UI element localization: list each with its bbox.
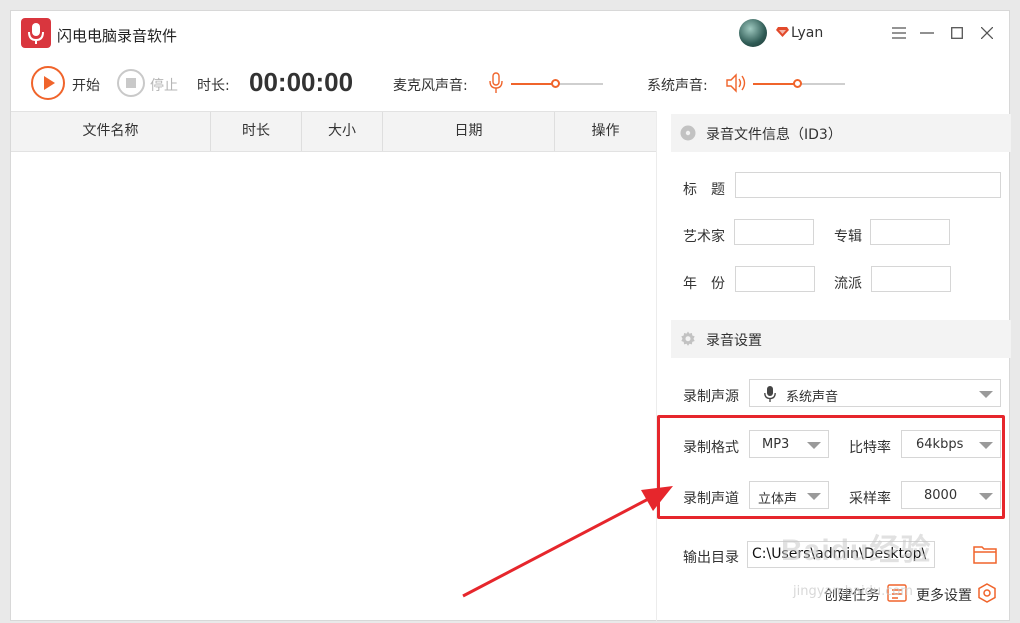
- app-window: 闪电电脑录音软件 Lyan 开始 停止 时长: 00:00:00 麦克风声音: …: [10, 10, 1011, 621]
- artist-field[interactable]: [734, 219, 814, 245]
- more-settings-link[interactable]: 更多设置: [916, 585, 972, 605]
- album-field-label: 专辑: [834, 229, 862, 245]
- mic-volume-thumb[interactable]: [551, 79, 561, 88]
- column-header-duration[interactable]: 时长: [211, 112, 302, 151]
- disc-icon: [680, 125, 696, 141]
- mic-volume-label: 麦克风声音:: [393, 78, 468, 94]
- title-bar: 闪电电脑录音软件 Lyan: [11, 11, 1011, 57]
- menu-button[interactable]: [887, 21, 911, 45]
- album-field[interactable]: [870, 219, 950, 245]
- app-title: 闪电电脑录音软件: [57, 27, 178, 45]
- minimize-icon: [920, 32, 934, 34]
- output-label: 输出目录: [683, 550, 739, 566]
- duration-label: 时长:: [197, 78, 230, 94]
- genre-field-label: 流派: [834, 276, 862, 292]
- username[interactable]: Lyan: [791, 25, 823, 41]
- highlight-box: [657, 415, 1005, 519]
- mic-volume-slider[interactable]: [511, 79, 603, 88]
- system-volume-thumb[interactable]: [793, 79, 803, 88]
- stop-icon: [126, 78, 136, 88]
- settings-section-title: 录音设置: [706, 333, 762, 349]
- folder-icon[interactable]: [973, 544, 997, 564]
- toolbar: 开始 停止 时长: 00:00:00 麦克风声音: 系统声音:: [11, 61, 1011, 107]
- title-field-label: 标 题: [683, 182, 725, 198]
- watermark: Baidu经验: [781, 534, 932, 567]
- column-header-actions: 操作: [591, 123, 620, 139]
- column-header-size[interactable]: 大小: [302, 112, 383, 151]
- year-field-label: 年 份: [683, 276, 725, 292]
- settings-hex-icon[interactable]: [977, 583, 997, 603]
- start-label[interactable]: 开始: [72, 75, 100, 95]
- id3-section-header: 录音文件信息（ID3）: [671, 114, 1011, 152]
- artist-field-label: 艺术家: [683, 229, 725, 245]
- chevron-down-icon: [979, 391, 993, 398]
- gear-icon: [681, 331, 695, 346]
- user-avatar[interactable]: [739, 19, 767, 47]
- vip-diamond-icon: [776, 27, 789, 37]
- year-field[interactable]: [735, 266, 815, 292]
- system-volume-slider[interactable]: [753, 79, 845, 88]
- minimize-button[interactable]: [915, 21, 939, 45]
- id3-section-title: 录音文件信息（ID3）: [706, 127, 842, 143]
- genre-field[interactable]: [871, 266, 951, 292]
- source-select[interactable]: 系统声音: [749, 379, 1001, 407]
- title-field[interactable]: [735, 172, 1001, 198]
- close-icon: [981, 27, 993, 39]
- start-button[interactable]: [31, 66, 65, 100]
- app-logo-icon: [21, 18, 51, 48]
- mic-volume-fill: [511, 83, 556, 85]
- stop-button[interactable]: [117, 69, 145, 97]
- maximize-icon: [951, 27, 963, 39]
- recording-timer: 00:00:00: [249, 67, 354, 97]
- annotation-arrow: [462, 486, 673, 598]
- column-header-filename[interactable]: 文件名称: [11, 112, 211, 151]
- file-table-header: 文件名称 时长 大小 日期 操作: [11, 111, 656, 152]
- stop-label[interactable]: 停止: [150, 75, 178, 95]
- system-volume-fill: [753, 83, 798, 85]
- column-header-date[interactable]: 日期: [383, 112, 555, 151]
- system-volume-label: 系统声音:: [647, 78, 708, 94]
- maximize-button[interactable]: [945, 21, 969, 45]
- source-value: 系统声音: [786, 390, 839, 405]
- microphone-icon: [764, 386, 776, 402]
- play-icon: [44, 76, 55, 90]
- menu-icon: [892, 27, 906, 39]
- source-label: 录制声源: [683, 389, 739, 405]
- watermark-url: jingyan.baidu.com: [793, 584, 913, 599]
- settings-section-header: 录音设置: [671, 320, 1011, 358]
- microphone-icon[interactable]: [489, 72, 503, 94]
- speaker-icon[interactable]: [725, 73, 747, 93]
- close-button[interactable]: [975, 21, 999, 45]
